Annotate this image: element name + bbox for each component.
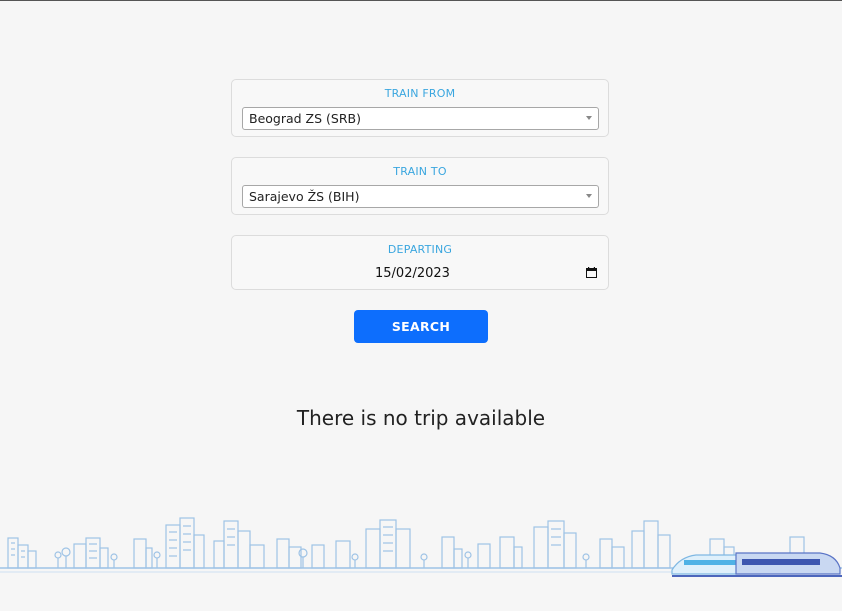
train-to-value: Sarajevo ŽS (BIH) bbox=[249, 189, 360, 204]
train-from-select[interactable]: Beograd ZS (SRB) bbox=[242, 107, 599, 130]
search-button[interactable]: SEARCH bbox=[354, 310, 488, 343]
window-top-border bbox=[0, 0, 842, 1]
city-skyline-illustration bbox=[0, 517, 842, 577]
departing-card: DEPARTING 15/02/2023 bbox=[231, 235, 609, 290]
train-from-label: TRAIN FROM bbox=[384, 87, 456, 100]
train-from-value: Beograd ZS (SRB) bbox=[249, 111, 361, 126]
train-to-card: TRAIN TO Sarajevo ŽS (BIH) bbox=[231, 157, 609, 215]
departing-label: DEPARTING bbox=[387, 243, 453, 256]
train-from-card: TRAIN FROM Beograd ZS (SRB) bbox=[231, 79, 609, 137]
no-trip-message: There is no trip available bbox=[296, 406, 546, 430]
train-to-select[interactable]: Sarajevo ŽS (BIH) bbox=[242, 185, 599, 208]
train-to-label: TRAIN TO bbox=[393, 165, 447, 178]
chevron-down-icon bbox=[586, 194, 592, 198]
departing-date-input[interactable]: 15/02/2023 bbox=[375, 266, 450, 281]
chevron-down-icon bbox=[586, 116, 592, 120]
calendar-icon[interactable] bbox=[586, 267, 597, 278]
